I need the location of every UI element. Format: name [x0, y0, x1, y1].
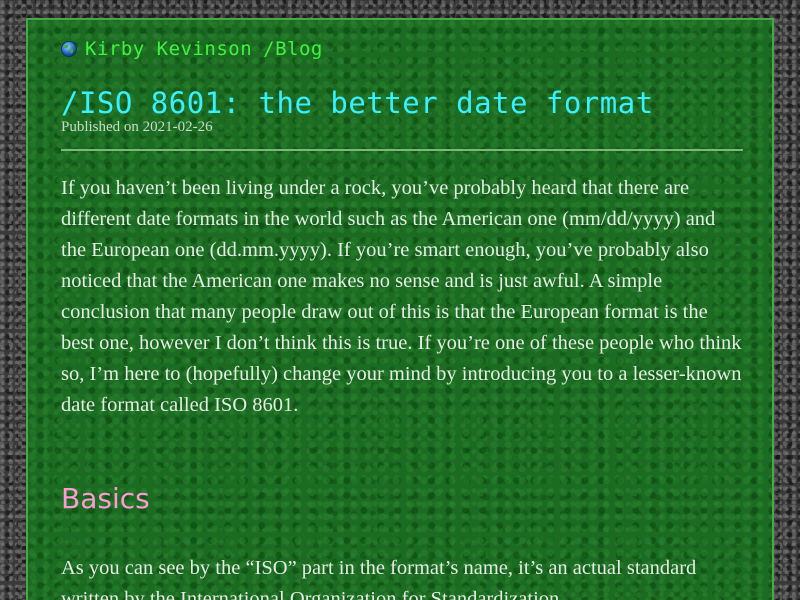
published-date: Published on 2021-02-26	[61, 119, 213, 135]
intro-paragraph: If you haven’t been living under a rock,…	[61, 177, 742, 416]
blog-link[interactable]: /Blog	[263, 38, 323, 60]
globe-icon	[61, 41, 77, 57]
section-heading-basics: Basics	[61, 482, 150, 515]
site-name-link[interactable]: Kirby Kevinson	[85, 38, 252, 60]
page-container: Kirby Kevinson /Blog /ISO 8601: the bett…	[26, 18, 774, 600]
basics-paragraph: As you can see by the “ISO” part in the …	[61, 557, 697, 600]
header-divider	[61, 149, 743, 151]
post-title: /ISO 8601: the better date format	[61, 86, 654, 120]
site-header: Kirby Kevinson /Blog	[61, 38, 323, 60]
